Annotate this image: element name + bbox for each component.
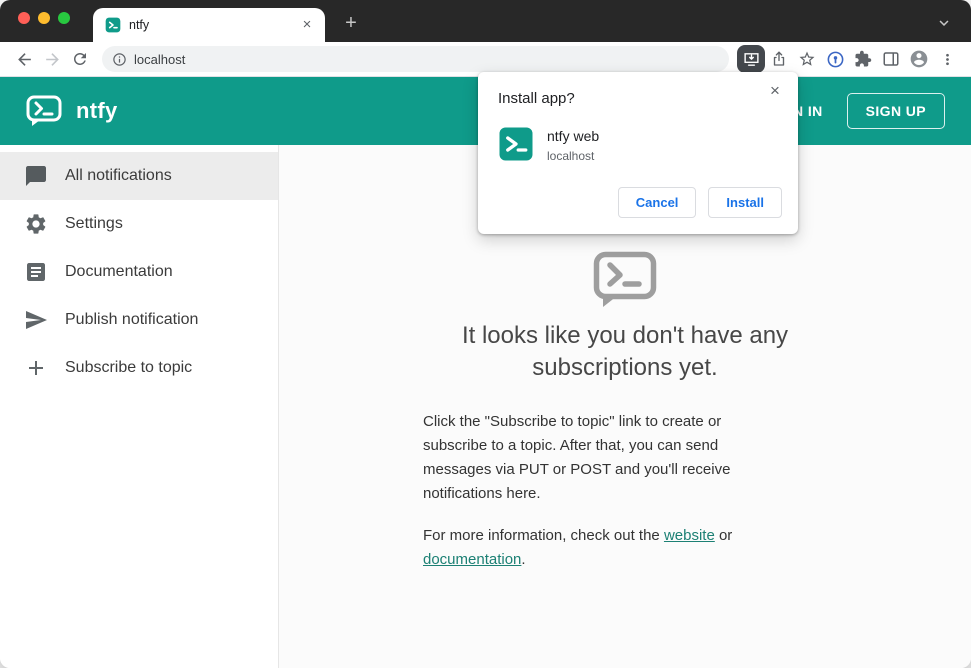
- sidebar-item-all-notifications[interactable]: All notifications: [0, 152, 278, 200]
- empty-state-heading: It looks like you don't have any subscri…: [461, 322, 789, 381]
- side-panel-icon[interactable]: [877, 45, 905, 73]
- share-icon[interactable]: [765, 45, 793, 73]
- gear-icon: [26, 214, 46, 234]
- window-controls: [18, 12, 70, 24]
- documentation-link[interactable]: documentation: [423, 551, 521, 568]
- install-app-row: ntfy web localhost: [498, 126, 782, 163]
- install-app-dialog: Install app? × ntfy web localhost Cancel…: [478, 72, 798, 234]
- bookmark-star-icon[interactable]: [793, 45, 821, 73]
- reload-button[interactable]: [66, 45, 94, 73]
- ntfy-app-icon: [499, 127, 533, 161]
- install-button[interactable]: Install: [708, 187, 782, 218]
- sign-up-button[interactable]: SIGN UP: [846, 93, 945, 129]
- ntfy-favicon-icon: [105, 17, 121, 33]
- install-app-icon[interactable]: [737, 45, 765, 73]
- sidebar-item-publish-notification[interactable]: Publish notification: [0, 296, 278, 344]
- tab-strip: ntfy × +: [0, 0, 971, 42]
- extensions-puzzle-icon[interactable]: [849, 45, 877, 73]
- back-button[interactable]: [10, 45, 38, 73]
- sidebar-item-label: Documentation: [65, 263, 173, 280]
- sidebar-item-label: Subscribe to topic: [65, 359, 193, 376]
- zoom-window-button[interactable]: [58, 12, 70, 24]
- send-icon: [26, 311, 47, 329]
- sidebar-item-settings[interactable]: Settings: [0, 200, 278, 248]
- chat-icon: [26, 166, 46, 186]
- sidebar-item-label: Settings: [65, 215, 123, 232]
- more-info-middle: or: [714, 526, 733, 544]
- browser-menu-kebab-icon[interactable]: [933, 45, 961, 73]
- sidebar-item-label: Publish notification: [65, 311, 199, 328]
- close-window-button[interactable]: [18, 12, 30, 24]
- install-app-meta: ntfy web localhost: [547, 126, 599, 163]
- install-dialog-buttons: Cancel Install: [498, 187, 782, 218]
- tab-title: ntfy: [129, 18, 150, 32]
- install-app-origin: localhost: [547, 149, 595, 163]
- install-dialog-title: Install app?: [498, 90, 575, 107]
- more-info-prefix: For more information, check out the: [423, 526, 664, 544]
- empty-state-paragraph: Click the "Subscribe to topic" link to c…: [423, 412, 731, 502]
- site-info-icon[interactable]: [112, 52, 127, 67]
- ntfy-logo-icon: [26, 95, 62, 126]
- website-link[interactable]: website: [664, 527, 715, 544]
- profile-avatar-icon[interactable]: [905, 45, 933, 73]
- tab-close-icon[interactable]: ×: [299, 17, 315, 33]
- sidebar-item-documentation[interactable]: Documentation: [0, 248, 278, 296]
- address-bar[interactable]: localhost: [102, 46, 729, 72]
- sidebar-item-label: All notifications: [65, 167, 172, 184]
- plus-icon: [29, 361, 43, 375]
- sidebar-item-subscribe-to-topic[interactable]: Subscribe to topic: [0, 344, 278, 392]
- more-info-paragraph: For more information, check out the webs…: [423, 524, 765, 572]
- url-text: localhost: [134, 51, 186, 67]
- minimize-window-button[interactable]: [38, 12, 50, 24]
- dialog-close-icon[interactable]: ×: [765, 81, 785, 101]
- tab-search-chevron-icon[interactable]: [935, 14, 953, 32]
- cancel-button[interactable]: Cancel: [617, 187, 697, 218]
- browser-window: ntfy × + localhost ntfy IN SIGN UP All n…: [0, 0, 971, 668]
- ntfy-logo-large-icon: [423, 251, 827, 308]
- install-app-name: ntfy web: [547, 128, 600, 144]
- browser-tab-ntfy[interactable]: ntfy ×: [93, 8, 325, 42]
- forward-button[interactable]: [38, 45, 66, 73]
- app-title: ntfy: [76, 98, 118, 123]
- article-icon: [27, 263, 45, 281]
- new-tab-button[interactable]: +: [337, 10, 365, 38]
- more-info-suffix: .: [521, 550, 526, 568]
- password-manager-icon[interactable]: [821, 45, 849, 73]
- sidebar: All notifications Settings Documentation…: [0, 145, 279, 668]
